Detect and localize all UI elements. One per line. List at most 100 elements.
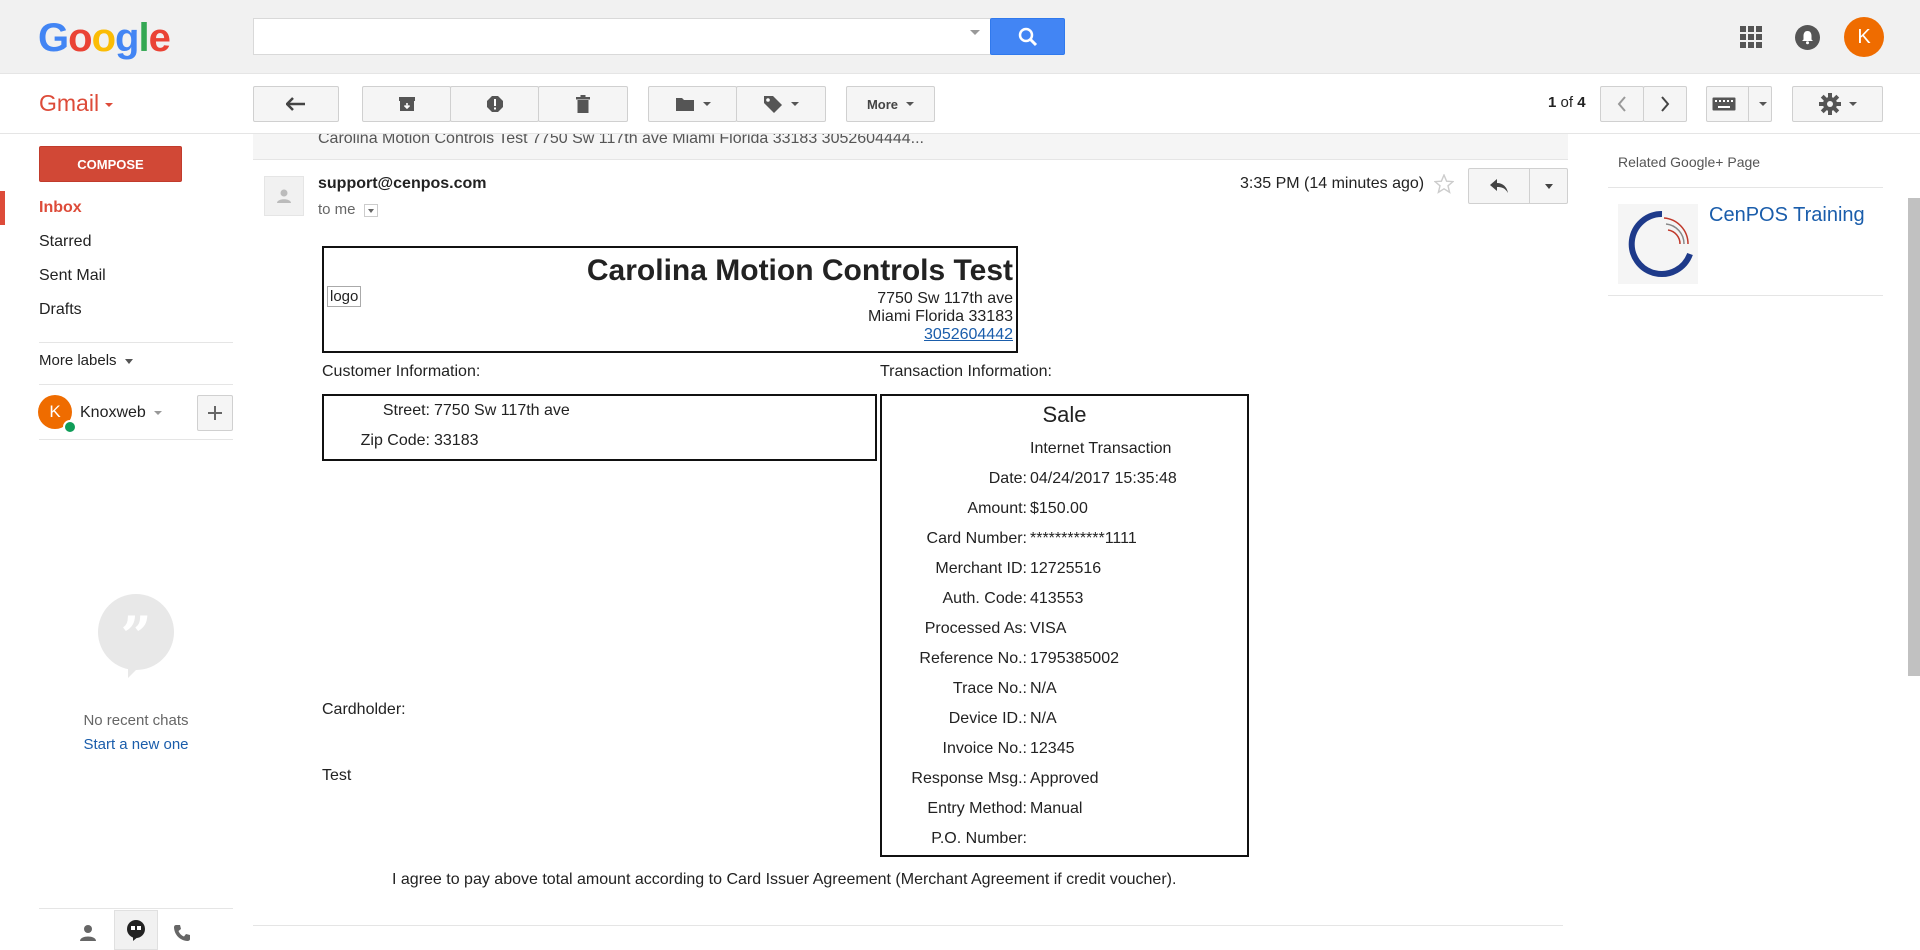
search-input[interactable] — [253, 18, 991, 55]
merchant-address-2: Miami Florida 33183 — [868, 308, 1013, 325]
trash-icon — [576, 95, 590, 113]
archive-button[interactable] — [362, 86, 451, 122]
search-button[interactable] — [990, 18, 1065, 55]
transaction-field-value: ************1111 — [1030, 530, 1137, 547]
cardholder-label: Cardholder: — [322, 701, 406, 718]
hangouts-account-name[interactable]: Knoxweb — [80, 404, 162, 422]
transaction-field-label: Entry Method: — [927, 800, 1027, 817]
sidebar-item-sent-mail[interactable]: Sent Mail — [39, 267, 106, 285]
report-spam-button[interactable] — [450, 86, 539, 122]
phone-tab[interactable] — [164, 917, 200, 949]
more-button[interactable]: More — [846, 86, 935, 122]
account-avatar[interactable]: K — [1844, 17, 1884, 57]
transaction-field-value: N/A — [1030, 710, 1057, 727]
logo-letter: e — [148, 16, 171, 60]
move-to-button[interactable] — [648, 86, 737, 122]
divider — [253, 925, 1563, 926]
no-recent-chats: No recent chats — [83, 712, 189, 729]
collapsed-message[interactable]: Carolina Motion Controls Test 7750 Sw 11… — [253, 134, 1568, 160]
settings-button[interactable] — [1792, 86, 1883, 122]
person-icon — [80, 925, 96, 941]
reply-button[interactable] — [1468, 168, 1530, 204]
logo-letter: G — [38, 16, 69, 60]
sidebar-item-inbox[interactable]: Inbox — [39, 199, 82, 217]
transaction-field-value: $150.00 — [1030, 500, 1088, 517]
more-actions-button[interactable] — [1529, 168, 1568, 204]
message-time: 3:35 PM (14 minutes ago) — [1240, 175, 1425, 192]
transaction-field-label: Device ID.: — [948, 710, 1027, 727]
divider — [1608, 295, 1883, 296]
gmail-label: Gmail — [39, 90, 100, 116]
cardholder-name: Test — [322, 767, 352, 784]
input-tools-button[interactable] — [1706, 86, 1772, 122]
transaction-field-label: P.O. Number: — [931, 830, 1027, 847]
customer-field-label: Zip Code: — [360, 432, 430, 449]
more-labels-label: More labels — [39, 352, 117, 369]
transaction-field-label: Merchant ID: — [935, 560, 1027, 577]
apps-grid-icon[interactable] — [1740, 26, 1762, 48]
tag-icon — [764, 96, 782, 113]
bell-icon[interactable] — [1795, 25, 1820, 50]
transaction-field-label: Reference No.: — [919, 650, 1027, 667]
star-button[interactable] — [1433, 173, 1455, 199]
compose-button[interactable]: COMPOSE — [39, 146, 182, 182]
caret-down-icon — [906, 102, 915, 106]
delete-button[interactable] — [538, 86, 628, 122]
contacts-tab[interactable] — [70, 917, 106, 949]
keyboard-icon — [1712, 97, 1735, 111]
divider — [1608, 187, 1883, 188]
start-new-chat-link[interactable]: Start a new one — [39, 736, 233, 753]
older-button[interactable] — [1643, 86, 1687, 122]
merchant-address-1: 7750 Sw 117th ave — [877, 290, 1013, 307]
merchant-name: Carolina Motion Controls Test — [586, 254, 1013, 287]
new-conversation-button[interactable] — [197, 395, 233, 431]
transaction-info-heading: Transaction Information: — [880, 363, 1052, 380]
transaction-channel: Internet Transaction — [1030, 440, 1172, 457]
caret-down-icon — [124, 358, 133, 364]
google-logo[interactable]: Google — [38, 16, 171, 61]
divider — [39, 439, 233, 440]
report-spam-icon — [486, 96, 503, 112]
sidebar-item-starred[interactable]: Starred — [39, 233, 91, 251]
active-indicator — [0, 191, 5, 225]
caret-down-icon — [1848, 102, 1857, 106]
right-panel: Related Google+ Page CenPOS Training — [1608, 134, 1883, 949]
search-icon — [1018, 27, 1037, 46]
sidebar-item-drafts[interactable]: Drafts — [39, 301, 82, 319]
logo-letter: o — [68, 16, 92, 60]
newer-button[interactable] — [1600, 86, 1644, 122]
recipient-line: to me — [318, 201, 378, 218]
arrow-left-icon — [286, 97, 305, 111]
divider — [39, 384, 233, 385]
transaction-field-label: Card Number: — [926, 530, 1027, 547]
cenpos-page-logo[interactable] — [1618, 204, 1698, 284]
hangouts-tab[interactable] — [114, 910, 158, 950]
logo-letter: l — [138, 16, 149, 60]
show-details-button[interactable] — [363, 203, 378, 217]
account-name: Knoxweb — [80, 404, 146, 421]
page-scrollbar[interactable] — [1908, 198, 1920, 676]
plus-icon — [208, 406, 222, 420]
gmail-menu[interactable]: Gmail — [39, 90, 114, 117]
search-options-caret[interactable] — [970, 30, 980, 35]
related-page-link[interactable]: CenPOS Training — [1709, 204, 1865, 227]
receipt-header: logo Carolina Motion Controls Test 7750 … — [322, 246, 1018, 353]
labels-button[interactable] — [736, 86, 826, 122]
transaction-field-label: Invoice No.: — [942, 740, 1027, 757]
transaction-field-label: Processed As: — [924, 620, 1027, 637]
archive-icon — [398, 97, 415, 111]
logo-placeholder: logo — [327, 286, 362, 307]
action-toolbar: Gmail More 1 of 4 — [0, 74, 1920, 134]
star-icon — [1433, 173, 1455, 194]
back-to-inbox-button[interactable] — [253, 86, 339, 122]
caret-down-icon — [1758, 102, 1767, 106]
transaction-field-value: VISA — [1030, 620, 1067, 637]
sender-address[interactable]: support@cenpos.com — [318, 175, 487, 193]
transaction-field-value: 12345 — [1030, 740, 1075, 757]
message-view: Carolina Motion Controls Test 7750 Sw 11… — [253, 134, 1568, 949]
divider — [1747, 87, 1749, 121]
caret-down-icon — [1544, 183, 1553, 189]
top-bar: Google K — [0, 0, 1920, 74]
merchant-phone-link[interactable]: 3052604442 — [924, 326, 1013, 344]
more-labels-toggle[interactable]: More labels — [39, 352, 133, 369]
